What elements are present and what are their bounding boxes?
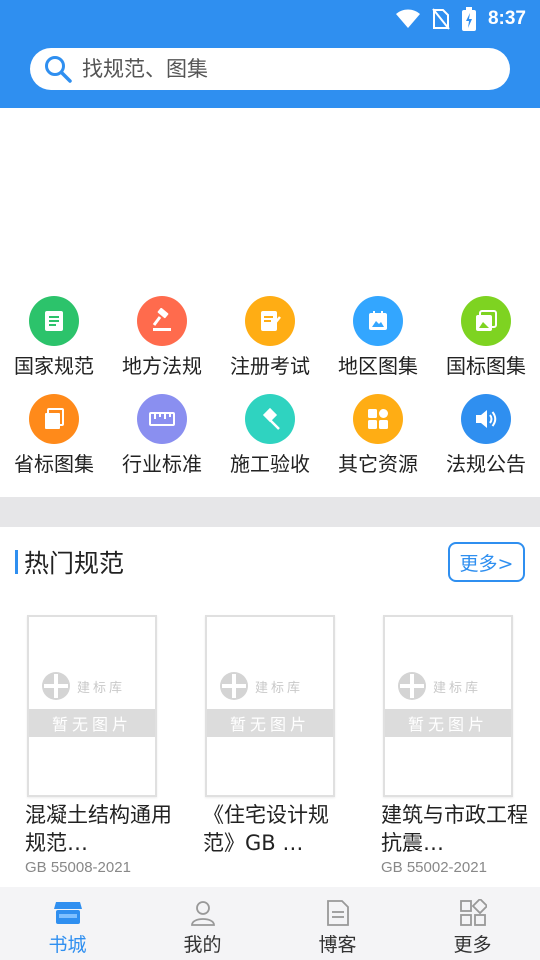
category-national-atlas[interactable]: 国标图集 <box>432 296 540 394</box>
no-sim-icon <box>432 8 450 30</box>
category-national-standards[interactable]: 国家规范 <box>0 296 108 394</box>
category-provincial-atlas[interactable]: 省标图集 <box>0 394 108 492</box>
category-regulation-notice[interactable]: 法规公告 <box>432 394 540 492</box>
category-grid: 国家规范 地方法规 注册考试 地区图集 国标图集 省标图集 行业标准 施工验收 … <box>0 296 540 492</box>
section-divider <box>0 497 540 527</box>
book-list: 建标库 暂无图片 混凝土结构通用规范… GB 55008-2021 建标库 暂无… <box>0 615 540 887</box>
category-local-regulations[interactable]: 地方法规 <box>108 296 216 394</box>
tab-more[interactable]: 更多 <box>405 887 540 960</box>
cover-logo-text: 建标库 <box>433 680 482 696</box>
logo-icon <box>42 672 70 700</box>
store-icon <box>53 902 82 924</box>
category-other-resources[interactable]: 其它资源 <box>324 394 432 492</box>
user-icon <box>190 901 215 926</box>
grid-icon <box>353 394 403 444</box>
category-label: 法规公告 <box>446 452 526 476</box>
book-card[interactable]: 建标库 暂无图片 《住宅设计规范》GB … <box>203 615 363 859</box>
logo-icon <box>220 672 248 700</box>
category-registration-exam[interactable]: 注册考试 <box>216 296 324 394</box>
logo-icon <box>398 672 426 700</box>
cover-logo: 建标库 <box>41 671 151 701</box>
category-label: 行业标准 <box>122 452 202 476</box>
cover-logo: 建标库 <box>219 671 329 701</box>
tab-label: 更多 <box>453 934 492 956</box>
book-card[interactable]: 建标库 暂无图片 建筑与市政工程抗震… GB 55002-2021 <box>381 615 540 876</box>
blog-icon <box>326 900 349 926</box>
wifi-icon <box>395 9 420 28</box>
book-title: 建筑与市政工程抗震… <box>381 803 528 855</box>
tab-label: 我的 <box>183 934 222 956</box>
cover-placeholder-text: 暂无图片 <box>29 709 155 737</box>
section-title: 热门规范 <box>24 549 125 578</box>
section-accent-bar <box>15 550 18 574</box>
tab-blog[interactable]: 博客 <box>270 887 405 960</box>
category-label: 其它资源 <box>338 452 418 476</box>
cover-logo-text: 建标库 <box>255 680 304 696</box>
cover-placeholder-text: 暂无图片 <box>207 709 333 737</box>
search-icon <box>45 56 72 83</box>
pin-icon <box>245 394 295 444</box>
category-label: 国家规范 <box>14 354 94 378</box>
category-industry-standards[interactable]: 行业标准 <box>108 394 216 492</box>
cover-placeholder-text: 暂无图片 <box>385 709 511 737</box>
book-cover: 建标库 暂无图片 <box>205 615 335 797</box>
hot-section-header: 热门规范 更多> <box>0 540 540 584</box>
search-input[interactable] <box>82 57 482 81</box>
book-code: GB 55008-2021 <box>25 859 131 876</box>
tab-store[interactable]: 书城 <box>0 887 135 960</box>
tab-label: 书城 <box>48 934 87 956</box>
cover-logo: 建标库 <box>397 671 507 701</box>
search-bar[interactable] <box>30 48 510 90</box>
category-label: 注册考试 <box>230 354 310 378</box>
book-cover: 建标库 暂无图片 <box>383 615 513 797</box>
category-label: 地区图集 <box>338 354 418 378</box>
battery-icon <box>461 7 476 31</box>
gavel-icon <box>137 296 187 346</box>
banner-area <box>0 108 540 286</box>
ruler-icon <box>137 394 187 444</box>
book-title: 《住宅设计规范》GB … <box>203 803 329 855</box>
tab-label: 博客 <box>318 934 357 956</box>
more-button[interactable]: 更多> <box>448 542 525 582</box>
stack-icon <box>29 394 79 444</box>
gallery-icon <box>461 296 511 346</box>
category-regional-atlas[interactable]: 地区图集 <box>324 296 432 394</box>
category-label: 国标图集 <box>446 354 526 378</box>
book-card[interactable]: 建标库 暂无图片 混凝土结构通用规范… GB 55008-2021 <box>25 615 185 876</box>
more-icon <box>459 899 487 926</box>
top-bar: 8:37 <box>0 0 540 108</box>
bottom-tab-bar: 书城 我的 博客 更多 <box>0 887 540 960</box>
image-icon <box>353 296 403 346</box>
status-bar: 8:37 <box>395 6 526 32</box>
book-cover: 建标库 暂无图片 <box>27 615 157 797</box>
category-label: 地方法规 <box>122 354 202 378</box>
category-label: 施工验收 <box>230 452 310 476</box>
book-title: 混凝土结构通用规范… <box>25 803 172 855</box>
cover-logo-text: 建标库 <box>77 680 126 696</box>
status-time: 8:37 <box>487 8 526 29</box>
category-construction-acceptance[interactable]: 施工验收 <box>216 394 324 492</box>
book-code: GB 55002-2021 <box>381 859 487 876</box>
tab-mine[interactable]: 我的 <box>135 887 270 960</box>
category-label: 省标图集 <box>14 452 94 476</box>
exam-icon <box>245 296 295 346</box>
document-icon <box>29 296 79 346</box>
speaker-icon <box>461 394 511 444</box>
